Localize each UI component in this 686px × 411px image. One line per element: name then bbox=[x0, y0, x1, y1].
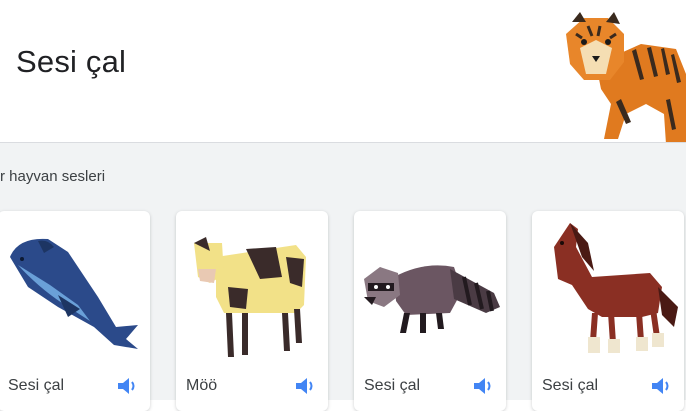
speaker-icon[interactable] bbox=[0, 53, 8, 71]
card-label[interactable]: Möö bbox=[186, 377, 217, 395]
cow-icon bbox=[194, 237, 306, 357]
speaker-icon[interactable] bbox=[116, 375, 138, 397]
speaker-icon[interactable] bbox=[650, 375, 672, 397]
card-label[interactable]: Sesi çal bbox=[542, 377, 598, 395]
play-sound-title[interactable]: Sesi çal bbox=[16, 44, 126, 80]
section-title: r hayvan sesleri bbox=[0, 168, 106, 185]
animal-card-raccoon[interactable]: Sesi çal bbox=[354, 211, 506, 411]
card-label[interactable]: Sesi çal bbox=[8, 377, 64, 395]
tiger-icon bbox=[566, 12, 686, 144]
speaker-icon[interactable] bbox=[472, 375, 494, 397]
whale-icon bbox=[10, 238, 138, 349]
knowledge-panel-header: Sesi çal bbox=[0, 0, 686, 144]
speaker-icon[interactable] bbox=[294, 375, 316, 397]
animal-card-horse[interactable]: Sesi çal bbox=[532, 211, 684, 411]
animal-card-whale[interactable]: Sesi çal bbox=[0, 211, 150, 411]
play-sound-row[interactable]: Sesi çal bbox=[0, 44, 126, 80]
horse-icon bbox=[554, 223, 678, 353]
raccoon-icon bbox=[364, 265, 500, 333]
card-label[interactable]: Sesi çal bbox=[364, 377, 420, 395]
animal-card-cow[interactable]: Möö bbox=[176, 211, 328, 411]
animal-sounds-panel: r hayvan sesleri Sesi çal Möö Sesi çal S… bbox=[0, 143, 686, 411]
